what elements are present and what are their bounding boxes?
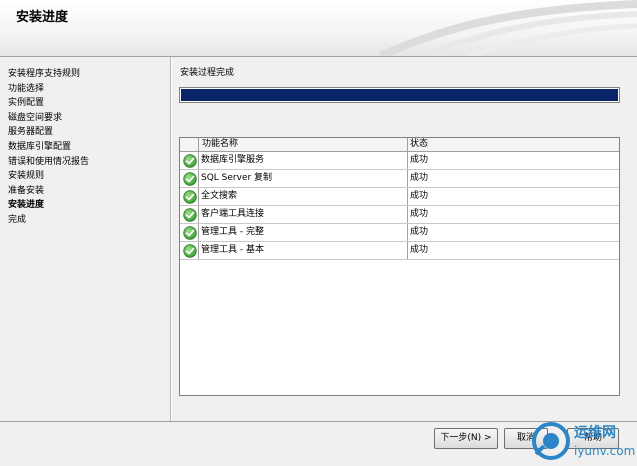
progress-bar [179,87,620,103]
table-row[interactable]: 客户端工具连接 成功 [180,206,619,224]
status-cell: 成功 [410,227,429,237]
status-cell: 成功 [410,245,429,255]
nav-step-3: 磁盘空间要求 [8,112,63,123]
status-cell: 成功 [410,209,429,219]
feature-status-table[interactable]: 功能名称 状态 数据库引擎服务 成功 SQL Server 复制 成功 全文搜索 成功 客户… [179,137,620,396]
feature-name-cell: SQL Server 复制 [201,173,273,183]
feature-name-cell: 全文搜索 [201,191,238,201]
nav-step-4: 服务器配置 [8,127,54,138]
table-row[interactable]: SQL Server 复制 成功 [180,170,619,188]
check-circle-icon [183,190,197,204]
check-circle-icon [183,244,197,258]
nav-step-10: 完成 [8,215,27,225]
nav-step-5: 数据库引擎配置 [8,142,72,152]
nav-step-9: 安装进度 [8,200,45,211]
column-header-status[interactable]: 状态 [410,138,428,151]
feature-name-cell: 客户端工具连接 [201,209,265,219]
table-row[interactable]: 数据库引擎服务 成功 [180,152,619,170]
check-circle-icon [183,208,197,222]
wizard-header: 安装进度 [0,0,637,57]
status-cell: 成功 [410,155,429,165]
feature-name-cell: 管理工具 - 完整 [201,227,264,237]
nav-step-6: 错误和使用情况报告 [8,156,90,167]
nav-step-0: 安装程序支持规则 [8,69,81,79]
feature-name-cell: 管理工具 - 基本 [201,245,264,255]
nav-step-1: 功能选择 [8,83,45,94]
table-header: 功能名称 状态 [180,138,619,152]
page-title: 安装进度 [16,10,69,25]
status-cell: 成功 [410,191,429,201]
check-circle-icon [183,172,197,186]
next-button[interactable]: 下一步(N) > [434,428,498,449]
column-header-feature-name[interactable]: 功能名称 [202,138,238,151]
nav-divider-highlight [171,57,172,422]
nav-step-2: 实例配置 [8,98,45,109]
wizard-steps-nav: 安装程序支持规则 功能选择实例配置磁盘空间要求 服务器配置数据库引擎配置错误和使用情… [0,57,170,422]
header-decoration [380,0,637,56]
feature-name-cell: 数据库引擎服务 [201,155,265,165]
cancel-button[interactable]: 取消 [504,428,548,449]
table-row[interactable]: 管理工具 - 基本 成功 [180,242,619,260]
check-circle-icon [183,226,197,240]
install-status-text: 安装过程完成 [180,68,235,78]
table-row[interactable]: 管理工具 - 完整 成功 [180,224,619,242]
nav-step-8: 准备安装 [8,185,45,196]
check-circle-icon [183,154,197,168]
status-cell: 成功 [410,173,429,183]
footer-divider [0,421,637,422]
nav-step-7: 安装规则 [8,171,45,182]
progress-bar-fill [181,89,618,101]
help-button[interactable]: 帮助 [567,428,619,449]
table-row[interactable]: 全文搜索 成功 [180,188,619,206]
